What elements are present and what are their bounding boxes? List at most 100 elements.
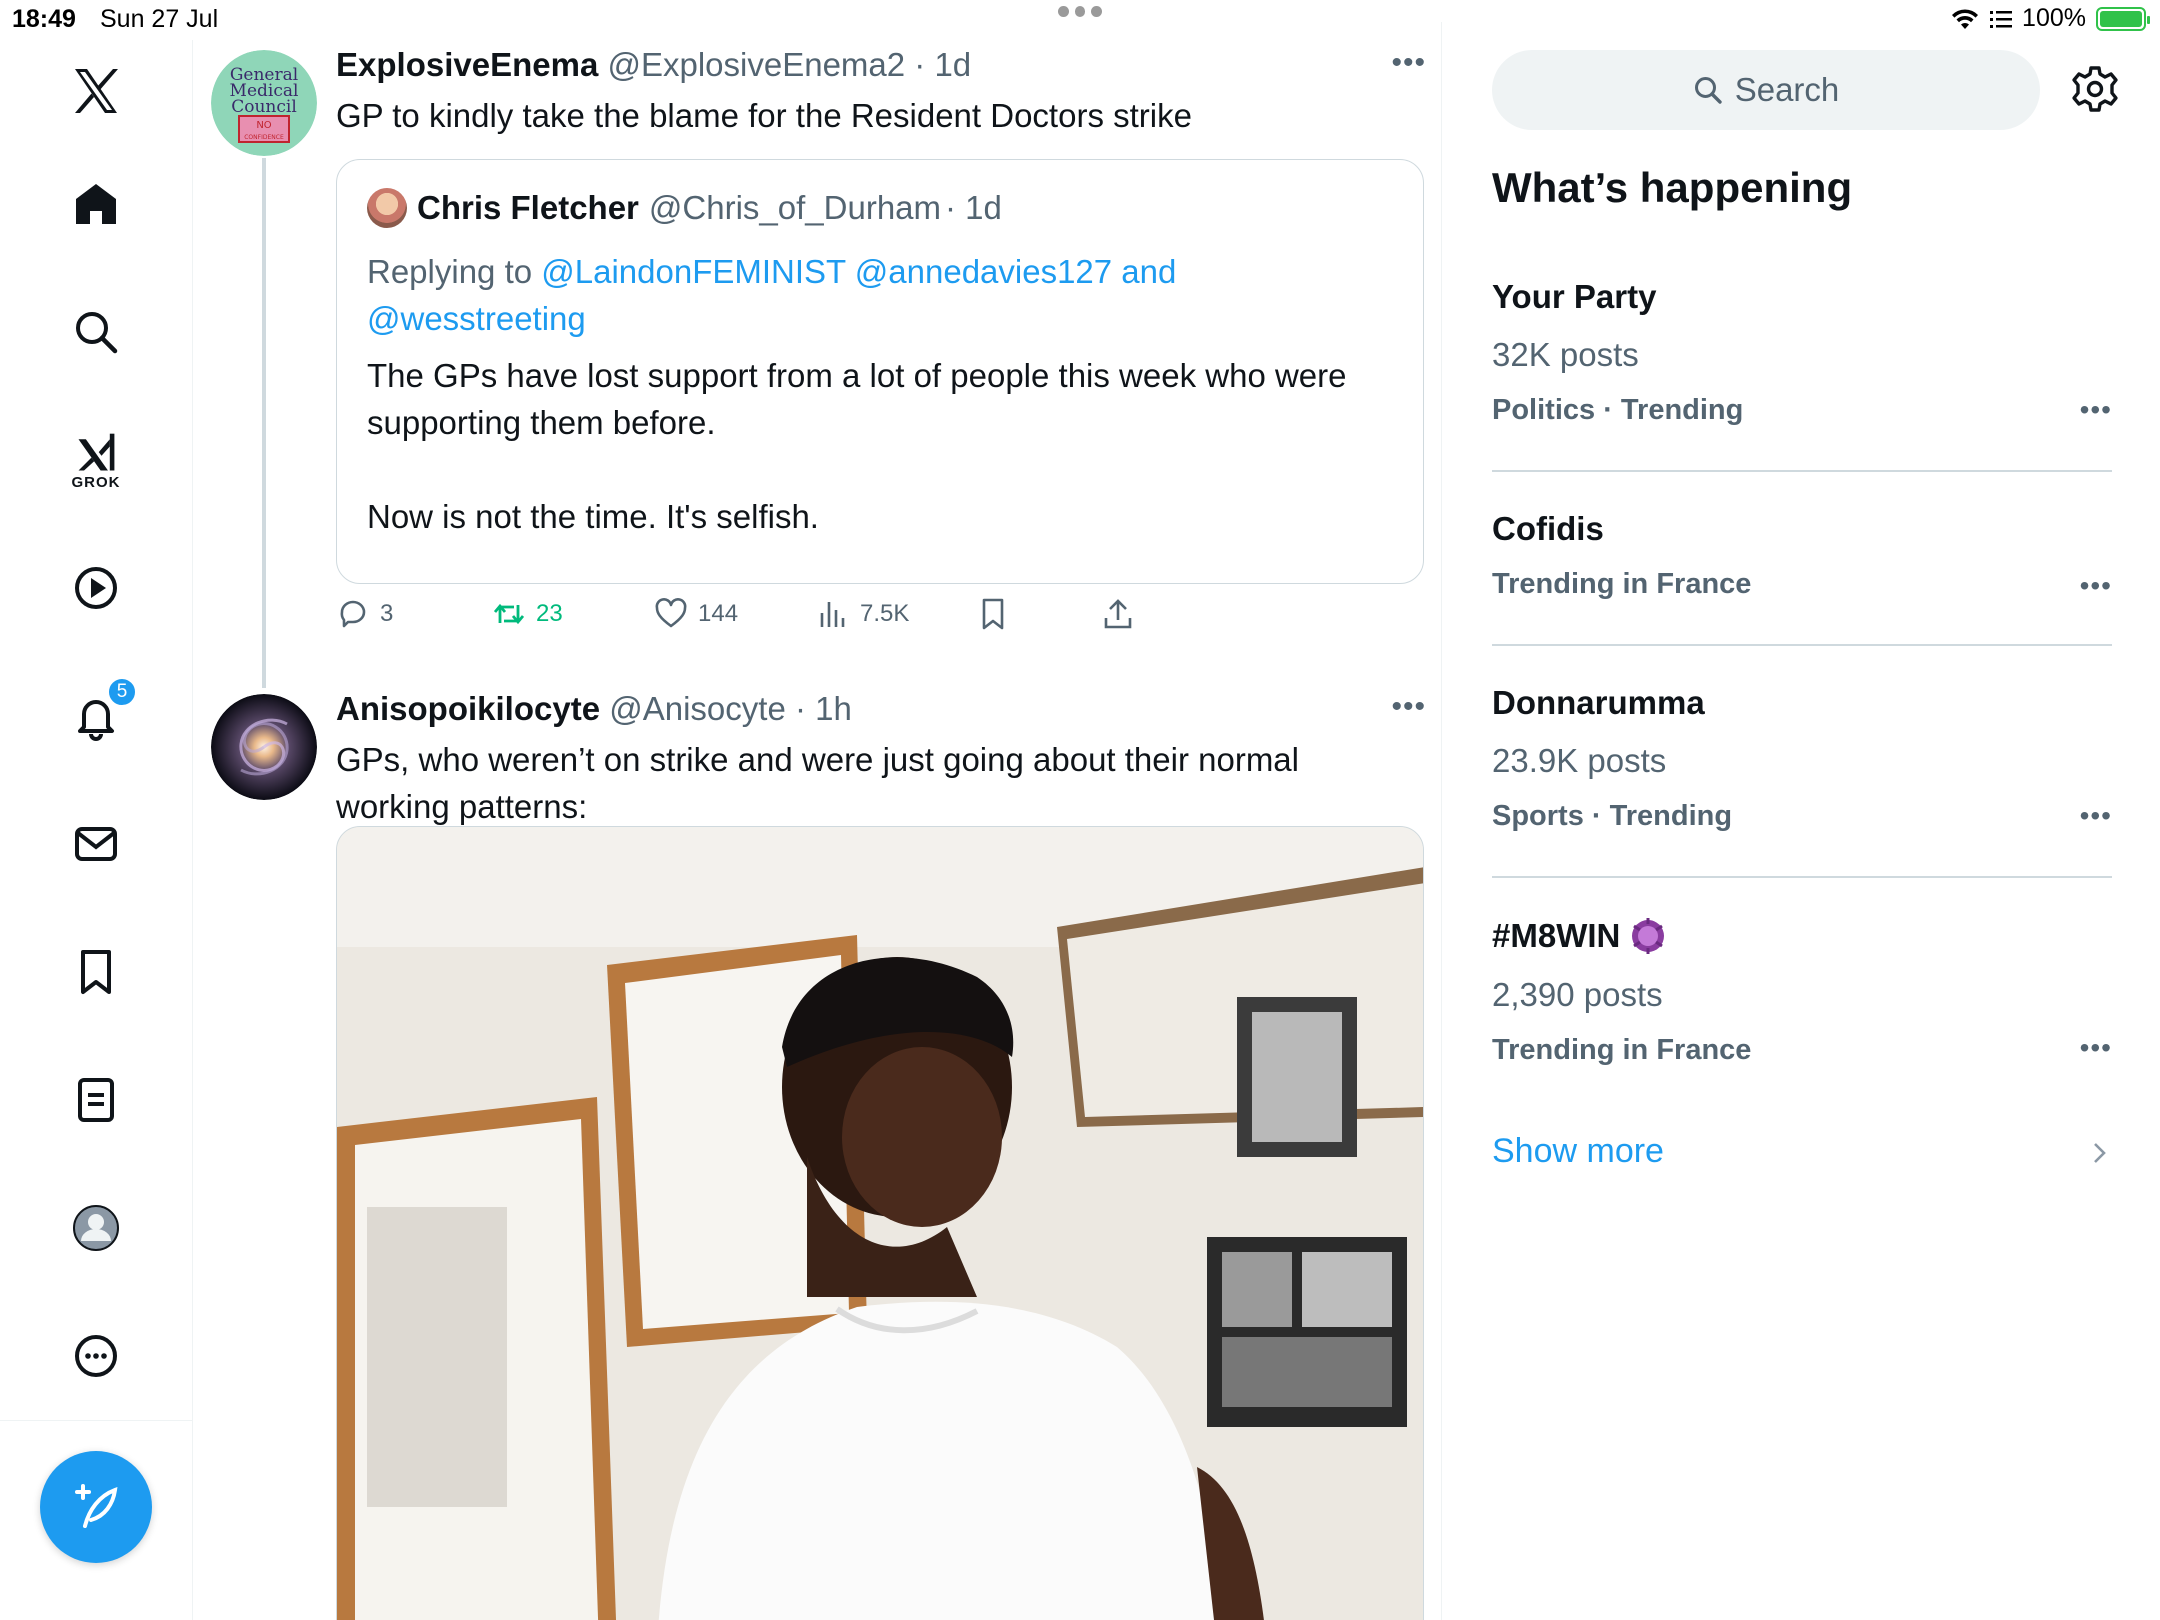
battery-percent: 100%	[2022, 4, 2086, 32]
repost-button[interactable]: 23	[492, 584, 563, 644]
trend-name: #M8WIN	[1492, 917, 1621, 954]
quote-handle: @Chris_of_Durham	[648, 189, 942, 226]
trend-context: Sports · Trending	[1492, 800, 1733, 832]
quote-display-name: Chris Fletcher	[417, 189, 639, 226]
profile-icon[interactable]	[53, 1185, 139, 1271]
trend-more-icon[interactable]: •••	[2080, 394, 2112, 426]
tweet-media-image[interactable]	[336, 826, 1424, 1620]
trend-more-icon[interactable]: •••	[2080, 570, 2112, 602]
display-name[interactable]: ExplosiveEnema	[336, 46, 598, 83]
trend-item[interactable]: #M8WIN 2,390 posts Trending in France ••…	[1492, 916, 2112, 1067]
handle[interactable]: @ExplosiveEnema2	[607, 46, 905, 83]
trend-context: Trending in France	[1492, 1034, 1752, 1066]
heart-icon	[655, 598, 687, 628]
tweet-actions: 3 23 144 7.5K	[336, 584, 1336, 644]
trend-item[interactable]: Your Party 32K posts Politics · Trending…	[1492, 278, 2112, 427]
trend-divider	[1492, 644, 2112, 646]
thread-line	[262, 158, 266, 688]
trend-context: Trending in France	[1492, 568, 1752, 600]
trend-divider	[1492, 876, 2112, 878]
svg-text:NO: NO	[256, 120, 271, 131]
status-time: 18:49	[12, 5, 76, 33]
bookmark-icon	[982, 598, 1004, 630]
quote-body: The GPs have lost support from a lot of …	[367, 352, 1397, 540]
trend-name: Your Party	[1492, 278, 1657, 315]
show-more-link[interactable]: Show more	[1492, 1132, 1664, 1171]
tweet-more-icon[interactable]: •••	[1391, 690, 1426, 724]
tweet-text: GP to kindly take the blame for the Resi…	[336, 97, 1192, 134]
trend-posts: 32K posts	[1492, 336, 1639, 373]
views-button[interactable]: 7.5K	[816, 584, 909, 644]
quote-body-line: The GPs have lost support from a lot of …	[367, 357, 1347, 441]
trend-item[interactable]: Cofidis Trending in France •••	[1492, 510, 2112, 601]
quote-header: Chris Fletcher @Chris_of_Durham · 1d	[367, 188, 1002, 228]
timestamp[interactable]: · 1h	[795, 690, 852, 727]
reply-count: 3	[380, 600, 394, 627]
quote-timestamp: · 1d	[945, 189, 1002, 226]
views-count: 7.5K	[860, 600, 910, 627]
views-chart-icon	[820, 602, 845, 627]
repost-icon	[493, 603, 525, 625]
tweet-header: Anisopoikilocyte @Anisocyte · 1h	[336, 690, 852, 728]
lists-icon[interactable]	[53, 1057, 139, 1143]
tweet-header: ExplosiveEnema @ExplosiveEnema2 · 1d	[336, 46, 971, 84]
grok-label: GROK	[71, 473, 121, 491]
timeline-feed: General Medical Council NO CONFIDENCE Ex…	[194, 22, 1442, 1620]
wifi-icon	[1952, 8, 1979, 29]
tweet-more-icon[interactable]: •••	[1391, 46, 1426, 80]
video-icon[interactable]	[53, 545, 139, 631]
share-icon	[1104, 599, 1132, 629]
grok-icon[interactable]: GROK	[53, 417, 139, 503]
more-icon[interactable]	[53, 1313, 139, 1399]
replying-prefix: Replying to	[367, 253, 542, 290]
tweet-text: GPs, who weren’t on strike and were just…	[336, 741, 1299, 825]
x-logo[interactable]	[53, 48, 139, 134]
compose-feather-icon	[75, 1484, 118, 1528]
home-icon[interactable]	[53, 161, 139, 247]
settings-gear-icon[interactable]	[2070, 64, 2120, 114]
reply-icon	[340, 600, 366, 628]
compose-post-button[interactable]	[40, 1451, 152, 1563]
search-placeholder: Search	[1734, 71, 1840, 108]
reaction-gif-image	[337, 827, 1423, 1620]
avatar[interactable]: General Medical Council NO CONFIDENCE	[211, 50, 317, 156]
reply-button[interactable]: 3	[336, 584, 393, 644]
trend-name: Donnarumma	[1492, 684, 1705, 721]
repost-count: 23	[536, 600, 563, 627]
avatar[interactable]	[211, 694, 317, 800]
quote-avatar	[367, 188, 407, 228]
svg-text:Council: Council	[231, 97, 297, 117]
quoted-tweet[interactable]: Chris Fletcher @Chris_of_Durham · 1d Rep…	[336, 159, 1424, 584]
battery-icon	[2096, 6, 2150, 31]
display-name[interactable]: Anisopoikilocyte	[336, 690, 600, 727]
share-button[interactable]	[1101, 584, 1135, 644]
bookmark-icon[interactable]	[53, 929, 139, 1015]
trend-posts: 23.9K posts	[1492, 742, 1667, 779]
multitasking-dots[interactable]	[1058, 6, 1103, 18]
svg-text:CONFIDENCE: CONFIDENCE	[244, 134, 284, 141]
trend-name: Cofidis	[1492, 510, 1604, 547]
like-button[interactable]: 144	[654, 584, 738, 644]
left-navigation: GROK 5	[0, 40, 193, 1620]
status-right: 100%	[1950, 4, 2150, 33]
trend-more-icon[interactable]: •••	[2080, 1032, 2112, 1064]
hashflag-emblem-icon	[1632, 918, 1665, 954]
replying-to: Replying to @LaindonFEMINIST @annedavies…	[367, 248, 1387, 342]
like-count: 144	[698, 600, 739, 627]
mail-icon[interactable]	[53, 801, 139, 887]
trend-more-icon[interactable]: •••	[2080, 800, 2112, 832]
notification-badge: 5	[107, 677, 137, 707]
notifications-bell-icon[interactable]: 5	[53, 673, 139, 759]
trend-context: Politics · Trending	[1492, 394, 1744, 426]
search-icon	[1694, 77, 1722, 104]
chevron-right-icon[interactable]	[2088, 1138, 2112, 1168]
timestamp[interactable]: · 1d	[914, 46, 971, 83]
nav-divider	[0, 1420, 193, 1421]
orientation-list-icon	[1990, 10, 2013, 28]
handle[interactable]: @Anisocyte	[609, 690, 786, 727]
quote-body-line: Now is not the time. It's selfish.	[367, 498, 819, 535]
search-input[interactable]: Search	[1492, 50, 2040, 130]
trend-item[interactable]: Donnarumma 23.9K posts Sports · Trending…	[1492, 684, 2112, 833]
search-icon[interactable]	[53, 289, 139, 375]
bookmark-button[interactable]	[976, 584, 1010, 644]
